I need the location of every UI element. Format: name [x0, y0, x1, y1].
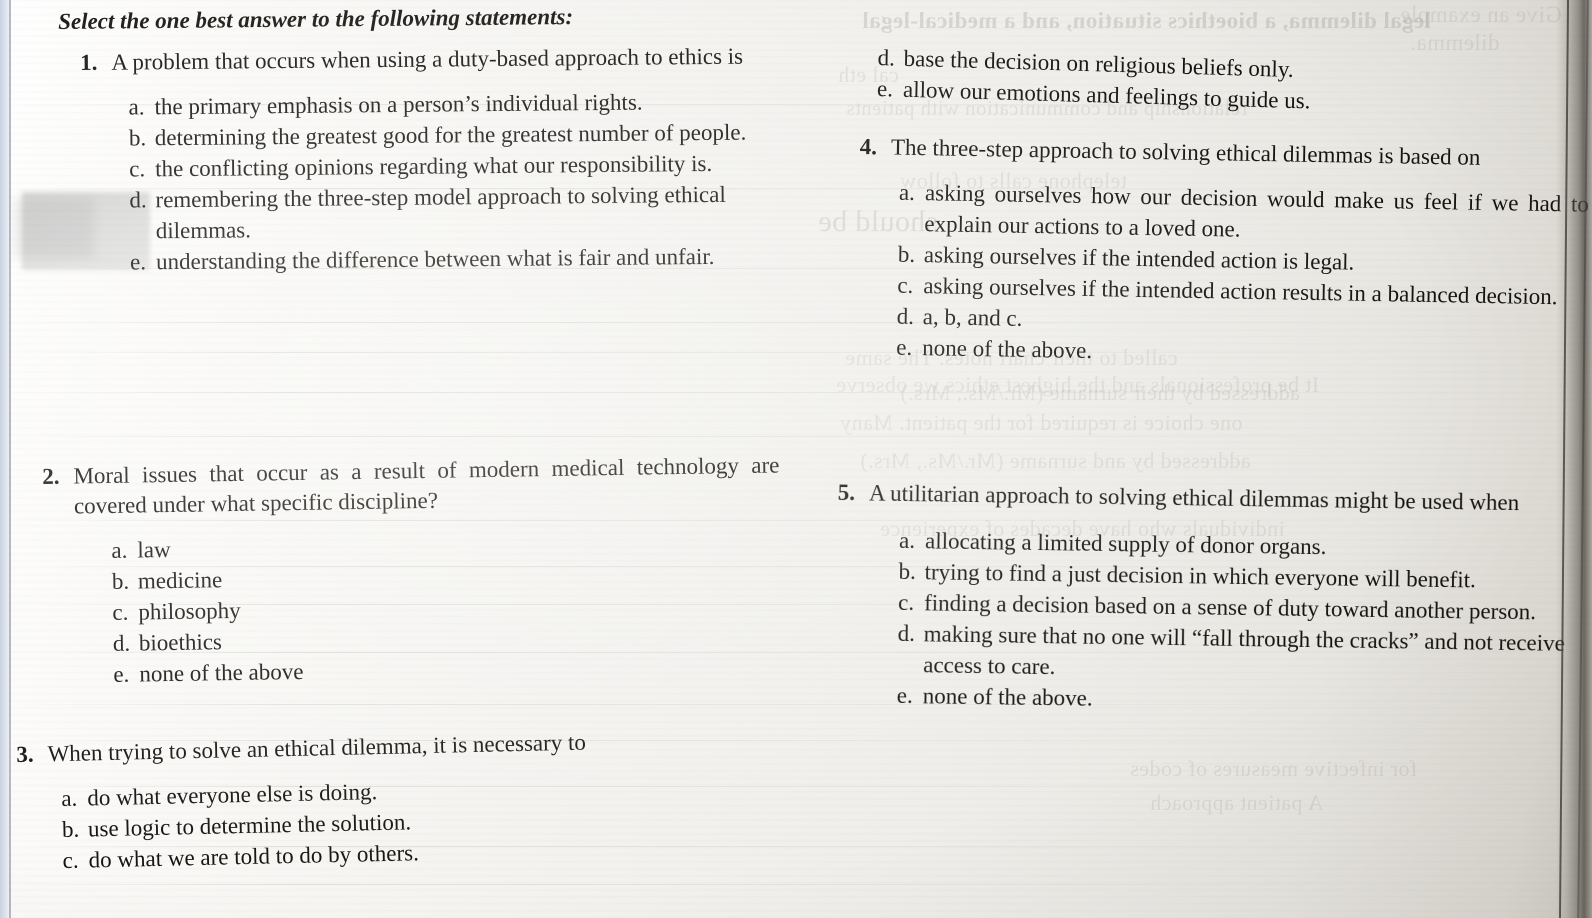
scanner-left-strip	[0, 0, 9, 918]
option-letter: a.	[61, 785, 78, 812]
question-4-options: a. asking ourselves how our decision wou…	[896, 177, 1589, 375]
option-letter: c.	[62, 847, 79, 874]
option-letter: b.	[898, 558, 917, 585]
question-4-number: 4.	[859, 133, 878, 160]
question-1-number: 1.	[80, 49, 98, 75]
option-item[interactable]: d. making sure that no one will “fall th…	[897, 618, 1592, 690]
option-letter: e.	[129, 249, 147, 275]
question-2: 2. Moral issues that occur as a result o…	[42, 450, 806, 691]
option-letter: d.	[897, 620, 916, 647]
question-2-number: 2.	[42, 463, 60, 489]
option-letter: b.	[61, 816, 80, 843]
question-3-options: a. do what everyone else is doing. b. us…	[61, 767, 809, 876]
option-letter: d.	[112, 630, 131, 656]
option-letter: d.	[877, 44, 896, 71]
question-2-stem: Moral issues that occur as a result of m…	[73, 452, 780, 519]
option-letter: b.	[897, 241, 916, 267]
option-letter: c.	[897, 589, 915, 616]
option-letter: b.	[111, 568, 130, 594]
option-letter: e.	[896, 334, 913, 360]
question-1-options: a. the primary emphasis on a person’s in…	[128, 85, 822, 278]
option-letter: e.	[876, 75, 894, 102]
question-3: 3. When trying to solve an ethical dilem…	[16, 723, 809, 877]
option-letter: a.	[128, 94, 145, 120]
question-2-head: 2. Moral issues that occur as a result o…	[42, 450, 803, 522]
option-letter: d.	[129, 187, 147, 213]
option-item[interactable]: e. understanding the difference between …	[130, 240, 822, 278]
question-1-stem: A problem that occurs when using a duty-…	[111, 43, 744, 75]
option-text: understanding the difference between wha…	[155, 243, 715, 275]
option-item[interactable]: d. remembering the three-step model appr…	[129, 178, 822, 247]
option-letter: a.	[111, 537, 128, 563]
option-letter: a.	[898, 179, 916, 205]
question-3-number: 3.	[16, 741, 34, 767]
option-letter: d.	[896, 303, 915, 329]
option-letter: c.	[897, 272, 914, 298]
question-5-number: 5.	[837, 479, 856, 506]
option-letter: e.	[113, 661, 130, 687]
option-letter: b.	[128, 125, 147, 151]
question-5: 5. A utilitarian approach to solving eth…	[835, 478, 1592, 721]
scanned-page: legal dilemma, a bioethics situation, an…	[0, 0, 1592, 918]
option-letter: a.	[898, 527, 916, 554]
question-5-options: a. allocating a limited supply of donor …	[897, 525, 1592, 721]
scanner-left-strip-edge	[9, 0, 11, 918]
question-2-options: a. law b. medicine c. philosophy d. bioe…	[111, 524, 805, 690]
question-1: 1. A problem that occurs when using a du…	[80, 41, 822, 278]
option-text: remembering the three-step model approac…	[155, 181, 726, 244]
option-letter: e.	[896, 682, 913, 709]
option-letter: c.	[129, 156, 146, 182]
option-text: asking ourselves how our decision would …	[924, 180, 1590, 242]
option-letter: c.	[112, 599, 129, 625]
question-1-head: 1. A problem that occurs when using a du…	[80, 41, 820, 78]
question-4: 4. The three-step approach to solving et…	[856, 132, 1590, 375]
option-text: making sure that no one will “fall throu…	[923, 621, 1566, 680]
